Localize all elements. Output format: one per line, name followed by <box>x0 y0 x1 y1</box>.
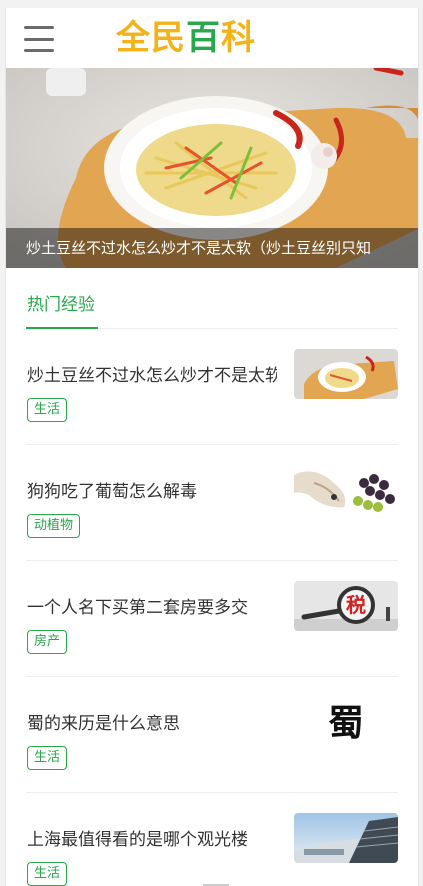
list-item[interactable]: 一个人名下买第二套房要多交 房产 税 <box>26 561 398 677</box>
list-item[interactable]: 蜀的来历是什么意思 生活 蜀 <box>26 677 398 793</box>
category-tag[interactable]: 房产 <box>27 630 68 654</box>
logo-text-3: 科 <box>221 18 256 58</box>
header: 全民百科 <box>6 8 418 68</box>
shu-character-text: 蜀 <box>328 702 364 744</box>
category-tag[interactable]: 生活 <box>27 398 68 422</box>
thumbnail-image[interactable]: 蜀 <box>294 697 398 747</box>
category-tag[interactable]: 动植物 <box>27 514 81 538</box>
content-section: 热门经验 炒土豆丝不过水怎么炒才不是太软 生活 狗狗吃了葡萄怎么解毒 动植物 一… <box>6 268 418 886</box>
category-tag[interactable]: 生活 <box>27 862 68 886</box>
banner[interactable]: 炒土豆丝不过水怎么炒才不是太软（炒土豆丝别只知 <box>6 68 418 268</box>
category-tag[interactable]: 生活 <box>27 746 68 770</box>
tab-hot-experience[interactable]: 热门经验 <box>27 290 95 315</box>
thumbnail-image[interactable] <box>294 465 398 515</box>
thumbnail-image[interactable] <box>294 813 398 863</box>
list-item[interactable]: 炒土豆丝不过水怎么炒才不是太软 生活 <box>26 329 398 445</box>
logo-text-1: 全民 <box>116 18 186 58</box>
page: 全民百科 炒土豆丝不过水怎么炒才不是太软（炒土豆丝别只知 热门经验 炒土豆丝不过… <box>5 8 419 886</box>
list-item-title[interactable]: 炒土豆丝不过水怎么炒才不是太软 <box>27 361 277 386</box>
list-item-title[interactable]: 一个人名下买第二套房要多交 <box>27 593 277 618</box>
list-item[interactable]: 上海最值得看的是哪个观光楼 生活 <box>26 793 398 886</box>
thumbnail-image[interactable]: 税 <box>294 581 398 631</box>
tax-character-text: 税 <box>346 593 366 617</box>
list-item-title[interactable]: 上海最值得看的是哪个观光楼 <box>27 825 277 850</box>
site-logo[interactable]: 全民百科 <box>116 18 256 58</box>
tab-bar: 热门经验 <box>26 268 398 329</box>
menu-icon[interactable] <box>24 26 54 52</box>
list-item-title[interactable]: 蜀的来历是什么意思 <box>27 709 277 734</box>
banner-caption[interactable]: 炒土豆丝不过水怎么炒才不是太软（炒土豆丝别只知 <box>6 228 418 268</box>
list-item-title[interactable]: 狗狗吃了葡萄怎么解毒 <box>27 477 277 502</box>
list-item[interactable]: 狗狗吃了葡萄怎么解毒 动植物 <box>26 445 398 561</box>
logo-text-2: 百 <box>186 18 221 58</box>
thumbnail-image[interactable] <box>294 349 398 399</box>
